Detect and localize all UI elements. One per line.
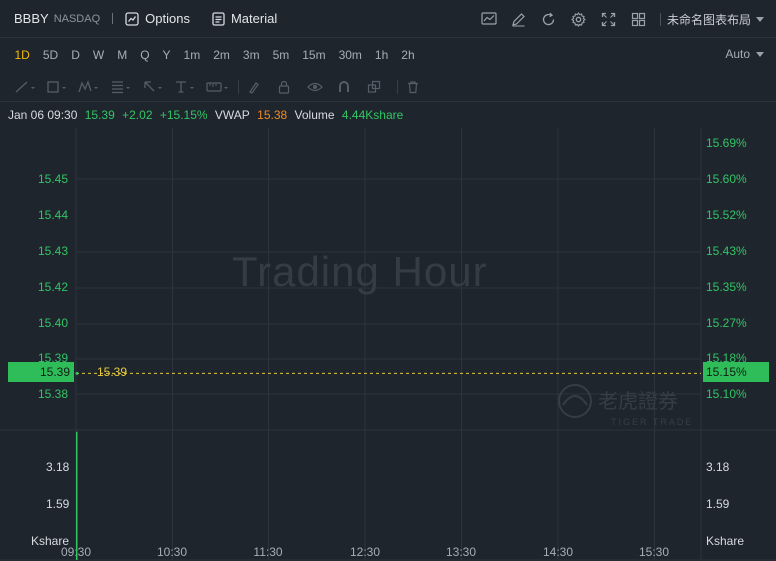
period-tab-5m[interactable]: 5m [266, 48, 296, 62]
info-price: 15.39 [84, 108, 115, 122]
top-right-tools: 未命名图表布局 [474, 0, 776, 38]
fullscreen-icon [602, 12, 616, 26]
symbol-ticker[interactable]: BBBY [14, 11, 49, 26]
info-datetime: Jan 06 09:30 [8, 108, 78, 122]
eye-icon [307, 82, 323, 91]
text-tool[interactable] [174, 80, 206, 94]
period-tabs: 1D 5D D W M Q Y 1m 2m 3m 5m 15m 30m 1h 2… [0, 38, 776, 72]
multi-layout-button[interactable] [624, 12, 654, 27]
material-label: Material [230, 11, 278, 26]
trash-icon [408, 80, 418, 93]
arrow-tool[interactable] [142, 80, 174, 94]
refresh-icon [543, 12, 555, 25]
options-label: Options [145, 11, 190, 26]
period-tab-m[interactable]: M [111, 48, 134, 62]
magnet-icon [339, 80, 349, 92]
divider [659, 12, 661, 26]
clone-icon [367, 80, 381, 93]
draw-button[interactable] [504, 12, 534, 27]
drawing-toolbar [0, 72, 776, 102]
brush-tool[interactable] [247, 80, 277, 94]
vwap-value: 15.38 [257, 108, 288, 122]
grid-layout-icon [632, 12, 646, 26]
period-tab-5d[interactable]: 5D [36, 48, 64, 62]
price-point [75, 371, 79, 375]
period-tab-q[interactable]: Q [134, 48, 156, 62]
settings-button[interactable] [564, 11, 594, 27]
scale-mode-dropdown[interactable]: Auto [725, 47, 764, 61]
quote-info-bar: Jan 06 09:30 15.39 +2.02 +15.15% VWAP 15… [8, 108, 407, 122]
fibonacci-icon [112, 80, 130, 93]
gear-icon [571, 11, 587, 27]
document-icon [212, 11, 225, 26]
options-chart-icon [125, 11, 139, 26]
info-change-pct: +15.15% [159, 108, 208, 122]
pattern-icon [78, 79, 98, 92]
info-change: +2.02 [122, 108, 153, 122]
arrow-icon [144, 80, 162, 91]
trend-line-tool[interactable] [14, 80, 46, 94]
top-toolbar: BBBY NASDAQ Options Material 未命名图表布局 [0, 0, 776, 38]
ruler-tool[interactable] [206, 80, 238, 94]
fullscreen-button[interactable] [594, 12, 624, 27]
layout-dropdown[interactable]: 未命名图表布局 [667, 11, 764, 28]
exchange-label: NASDAQ [53, 12, 101, 25]
rectangle-icon [47, 80, 66, 93]
period-tab-y[interactable]: Y [156, 48, 177, 62]
period-tab-w[interactable]: W [86, 48, 110, 62]
indicator-icon [481, 12, 497, 25]
period-tab-15m[interactable]: 15m [296, 48, 332, 62]
magnet-tool[interactable] [337, 80, 367, 94]
pen-edit-icon [512, 12, 526, 26]
volume-bar [76, 431, 78, 560]
period-tab-1h[interactable]: 1h [368, 48, 394, 62]
rectangle-tool[interactable] [46, 80, 78, 94]
divider [397, 79, 398, 94]
text-icon [176, 80, 194, 93]
period-tab-2m[interactable]: 2m [207, 48, 237, 62]
reset-button[interactable] [534, 12, 564, 27]
fib-tool[interactable] [110, 80, 142, 94]
volume-value: 4.44Kshare [341, 108, 404, 122]
chart-area[interactable]: Trading Hour 老虎證券 TIGER TRADE 15.45 15.4… [0, 128, 776, 561]
divider [112, 13, 114, 24]
period-tab-1m[interactable]: 1m [177, 48, 207, 62]
period-tab-30m[interactable]: 30m [332, 48, 368, 62]
caret-down-icon [756, 51, 764, 57]
trend-line-icon [15, 81, 35, 92]
delete-tool[interactable] [406, 80, 436, 94]
period-tab-2h[interactable]: 2h [395, 48, 421, 62]
vwap-label: VWAP [214, 108, 250, 122]
pattern-tool[interactable] [78, 79, 110, 94]
lock-tool[interactable] [277, 80, 307, 94]
options-button[interactable]: Options [125, 11, 190, 26]
ruler-icon [206, 81, 228, 92]
caret-down-icon [756, 16, 764, 22]
scale-mode-label: Auto [725, 47, 750, 61]
brush-icon [249, 81, 259, 94]
volume-label: Volume [294, 108, 335, 122]
layout-name: 未命名图表布局 [666, 12, 751, 27]
period-tab-d[interactable]: D [65, 48, 87, 62]
clone-tool[interactable] [367, 80, 397, 94]
material-button[interactable]: Material [212, 11, 277, 26]
indicator-button[interactable] [474, 12, 504, 26]
divider [238, 79, 239, 94]
visibility-tool[interactable] [307, 80, 337, 94]
lock-icon [278, 80, 290, 94]
period-tab-1d[interactable]: 1D [8, 48, 36, 62]
plot-layer [75, 371, 701, 560]
period-tab-3m[interactable]: 3m [236, 48, 266, 62]
